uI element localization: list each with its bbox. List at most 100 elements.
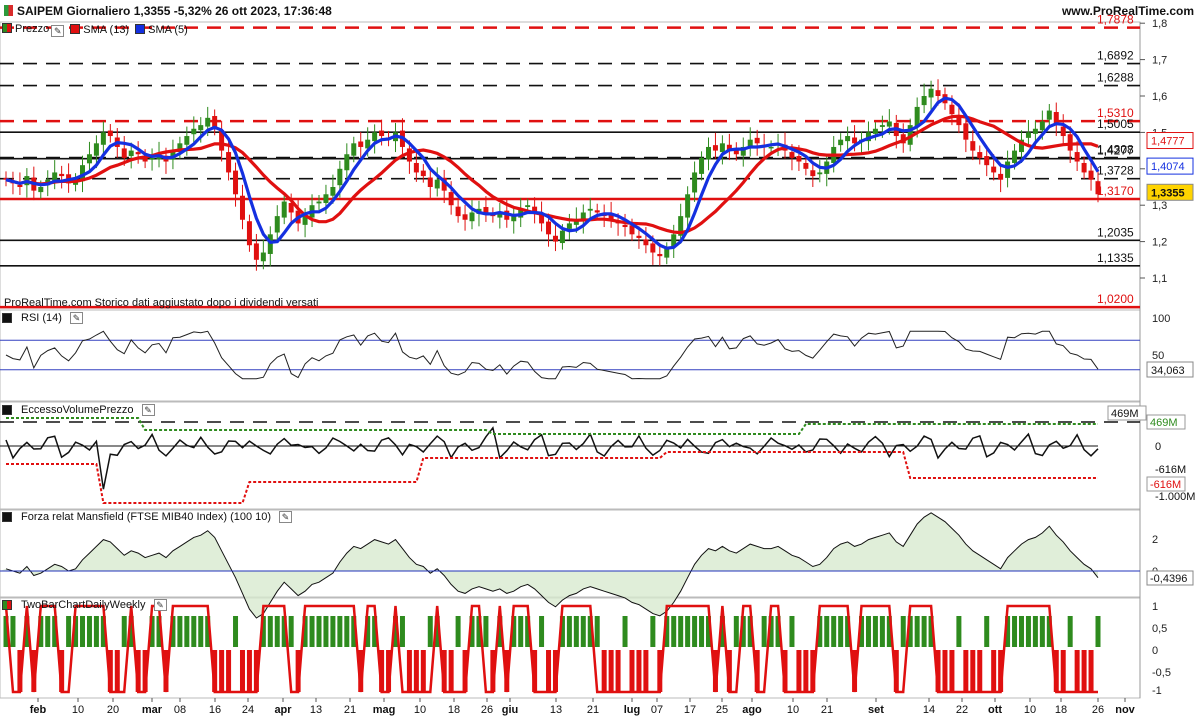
candle-body bbox=[685, 194, 691, 218]
rsi-swatch-icon bbox=[2, 313, 12, 323]
candle-body bbox=[38, 187, 44, 193]
price-tick-label: 1,2 bbox=[1152, 237, 1167, 249]
twobar-bar bbox=[970, 650, 976, 692]
volume-axis-label: -616M bbox=[1155, 464, 1186, 476]
x-tick-label: 25 bbox=[716, 704, 728, 716]
candle-body bbox=[1081, 162, 1087, 173]
candle-body bbox=[566, 223, 572, 229]
candle-body bbox=[817, 172, 823, 175]
candle-body bbox=[928, 88, 934, 98]
candle-body bbox=[323, 194, 329, 204]
twobar-bar bbox=[406, 650, 412, 692]
twobar-swatch-icon bbox=[2, 600, 12, 610]
candle-body bbox=[692, 172, 698, 193]
candle-body bbox=[93, 143, 99, 156]
twobar-bar bbox=[518, 616, 524, 647]
x-tick-label: 17 bbox=[684, 704, 696, 716]
twobar-bar bbox=[66, 616, 72, 647]
mansfield-legend[interactable]: Forza relat Mansfield (FTSE MIB40 Index)… bbox=[2, 511, 293, 523]
twobar-bar bbox=[86, 616, 92, 647]
rsi-label: RSI (14) bbox=[21, 312, 62, 324]
rsi-legend[interactable]: RSI (14) ✎ bbox=[2, 312, 83, 324]
candle-body bbox=[1046, 110, 1052, 120]
twobar-tick-label: -1 bbox=[1152, 685, 1162, 697]
wrench-icon[interactable]: ✎ bbox=[153, 599, 167, 611]
price-badge-label: 1,3355 bbox=[1151, 187, 1185, 199]
wrench-icon[interactable]: ✎ bbox=[51, 25, 65, 37]
legend-sma5-label: SMA (5) bbox=[148, 24, 188, 36]
candle-body bbox=[413, 162, 419, 173]
twobar-bar bbox=[1018, 616, 1024, 647]
twobar-bar bbox=[984, 616, 990, 647]
candle-body bbox=[17, 184, 23, 187]
x-tick-label: mag bbox=[373, 704, 396, 716]
twobar-bar bbox=[1039, 616, 1045, 647]
twobar-bar bbox=[1088, 650, 1094, 692]
candle-body bbox=[226, 152, 232, 173]
twobar-bar bbox=[1067, 616, 1073, 647]
twobar-bar bbox=[580, 616, 586, 647]
wrench-icon[interactable]: ✎ bbox=[69, 312, 83, 324]
x-tick-label: 10 bbox=[414, 704, 426, 716]
candle-body bbox=[754, 137, 760, 144]
twobar-bar bbox=[1095, 616, 1101, 647]
twobar-bar bbox=[629, 650, 635, 692]
candle-body bbox=[233, 170, 239, 195]
candle-body bbox=[100, 132, 106, 145]
twobar-bar bbox=[399, 616, 405, 647]
twobar-bar bbox=[233, 616, 239, 647]
x-tick-label: 13 bbox=[310, 704, 322, 716]
x-tick-label: 08 bbox=[174, 704, 186, 716]
twobar-line bbox=[4, 604, 1098, 694]
volume-axis-label: -616M bbox=[1150, 479, 1181, 491]
price-swatch-icon bbox=[2, 23, 12, 33]
candle-body bbox=[260, 252, 266, 262]
twobar-bar bbox=[879, 616, 885, 647]
twobar-bar bbox=[601, 650, 607, 692]
twobar-bar bbox=[594, 616, 600, 647]
legend-sma5[interactable]: SMA (5) bbox=[135, 24, 188, 36]
candle-body bbox=[1067, 134, 1073, 151]
twobar-bar bbox=[671, 616, 677, 647]
candle-body bbox=[768, 146, 774, 149]
twobar-legend[interactable]: TwoBarChartDailyWeekly ✎ bbox=[2, 599, 167, 611]
twobar-bar bbox=[288, 616, 294, 647]
candle-body bbox=[1095, 181, 1101, 195]
candle-body bbox=[107, 130, 113, 137]
candle-body bbox=[559, 230, 565, 244]
candle-body bbox=[198, 125, 204, 131]
price-badge-label: 1,4777 bbox=[1151, 136, 1185, 148]
twobar-bar bbox=[761, 616, 767, 647]
x-tick-label: 21 bbox=[587, 704, 599, 716]
volume-label: EccessoVolumePrezzo bbox=[21, 404, 134, 416]
volume-legend[interactable]: EccessoVolumePrezzo ✎ bbox=[2, 404, 155, 416]
rsi-tick-label: 100 bbox=[1152, 313, 1170, 325]
twobar-bars: 1 0,5 0 -0,5 -1 bbox=[3, 601, 1171, 697]
candle-body bbox=[191, 128, 197, 135]
volume-excess: 469M469M0-616M-616M-1.000M bbox=[0, 405, 1195, 504]
candle-body bbox=[594, 210, 600, 213]
candle-body bbox=[984, 156, 990, 166]
candle-body bbox=[372, 132, 378, 142]
level-label: 1,1335 bbox=[1097, 251, 1134, 265]
legend-sma13[interactable]: SMA (13) bbox=[70, 24, 129, 36]
twobar-bar bbox=[344, 616, 350, 647]
twobar-bar bbox=[337, 616, 343, 647]
wrench-icon[interactable]: ✎ bbox=[141, 404, 155, 416]
twobar-bar bbox=[114, 650, 120, 692]
candle-body bbox=[963, 123, 969, 140]
candle-body bbox=[1060, 126, 1066, 137]
candle-body bbox=[267, 234, 273, 254]
candle-body bbox=[921, 96, 927, 106]
twobar-bar bbox=[1074, 650, 1080, 692]
panel-border bbox=[0, 309, 1141, 402]
mansfield-label: Forza relat Mansfield (FTSE MIB40 Index)… bbox=[21, 511, 272, 523]
wrench-icon[interactable]: ✎ bbox=[279, 511, 293, 523]
x-tick-label: 24 bbox=[242, 704, 254, 716]
twobar-bar bbox=[93, 616, 99, 647]
candle-body bbox=[1012, 150, 1018, 163]
chart-canvas: 1,78781,68921,62881,53101,50051,43081,42… bbox=[0, 13, 1195, 716]
legend-price[interactable]: Prezzo ✎ bbox=[2, 23, 65, 37]
twobar-bar bbox=[650, 616, 656, 647]
candle-body bbox=[622, 224, 628, 228]
